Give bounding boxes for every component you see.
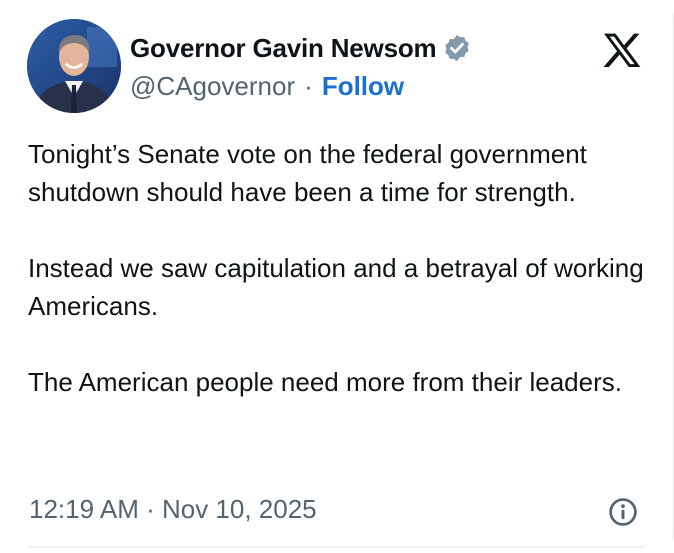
x-logo-icon[interactable]: [600, 30, 644, 74]
post-paragraph: The American people need more from their…: [28, 367, 622, 397]
post-timestamp[interactable]: 12:19 AM · Nov 10, 2025: [29, 494, 317, 525]
post-text: Tonight’s Senate vote on the federal gov…: [28, 135, 648, 401]
handle-row: @CAgovernor · Follow: [130, 67, 590, 105]
author-handle[interactable]: @CAgovernor: [130, 71, 295, 102]
handle-separator: ·: [304, 70, 313, 101]
avatar[interactable]: [27, 19, 121, 113]
post-card: Governor Gavin Newsom @CAgovernor · Foll…: [0, 0, 674, 553]
avatar-image: [27, 19, 121, 113]
divider: [28, 546, 646, 548]
post-header: Governor Gavin Newsom @CAgovernor · Foll…: [27, 19, 667, 115]
info-icon[interactable]: [607, 496, 639, 528]
name-row: Governor Gavin Newsom: [130, 29, 590, 67]
author-identity: Governor Gavin Newsom @CAgovernor · Foll…: [130, 29, 590, 105]
follow-button[interactable]: Follow: [322, 71, 404, 102]
verified-badge-icon: [445, 34, 470, 62]
post-paragraph: Tonight’s Senate vote on the federal gov…: [28, 139, 587, 207]
post-paragraph: Instead we saw capitulation and a betray…: [28, 253, 644, 321]
author-name[interactable]: Governor Gavin Newsom: [130, 33, 437, 64]
